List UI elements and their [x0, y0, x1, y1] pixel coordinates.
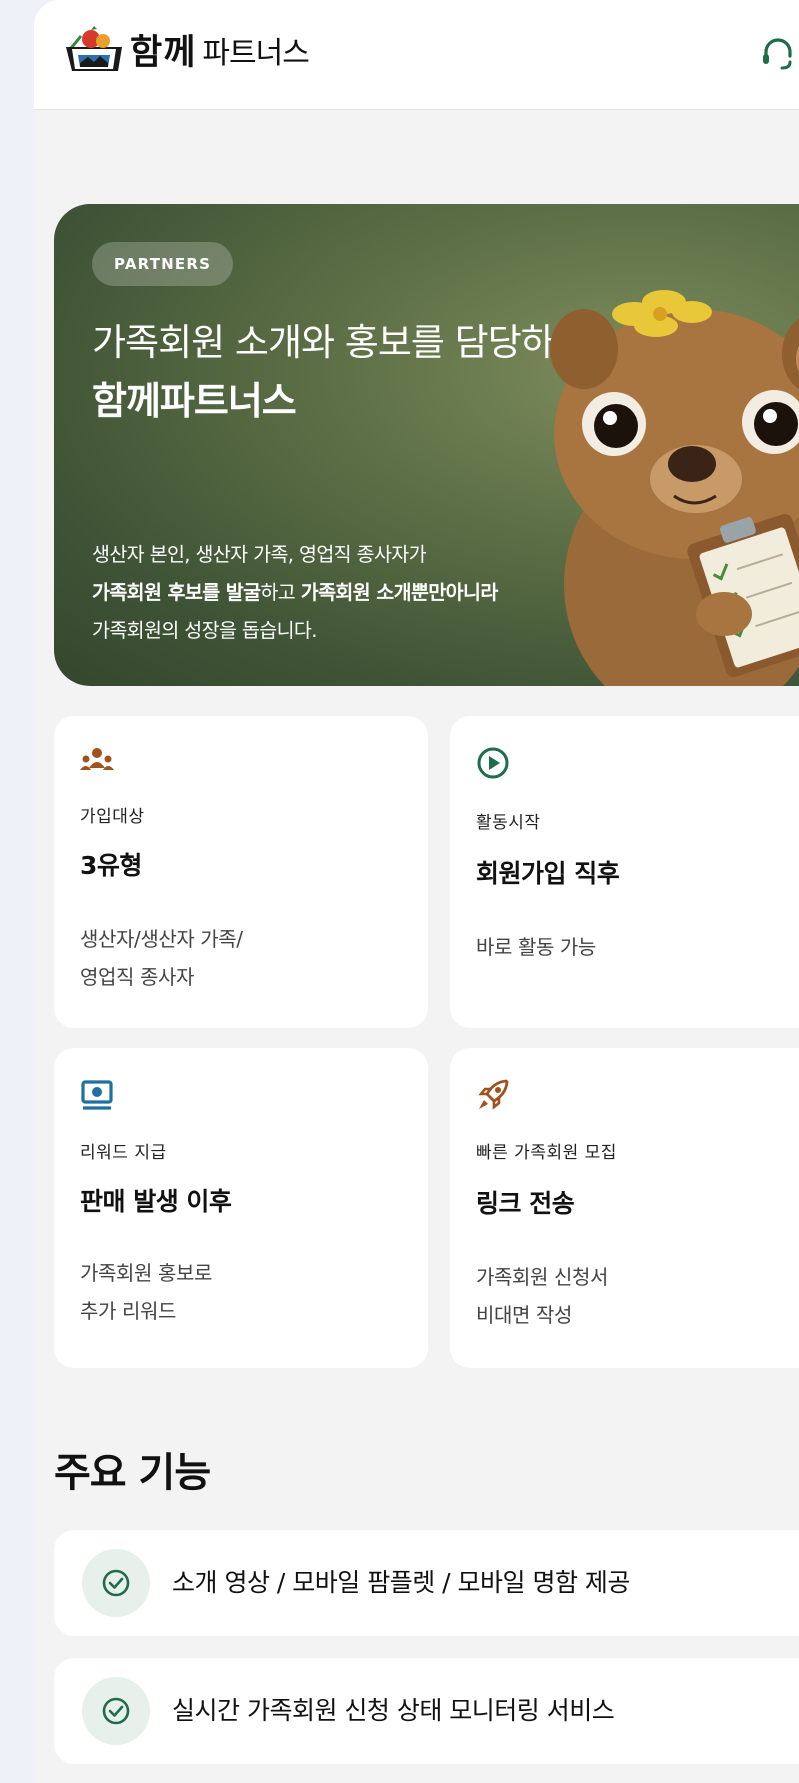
feature-item[interactable]: 소개 영상 / 모바일 팜플렛 / 모바일 명함 제공 [54, 1530, 799, 1636]
card-value: 회원가입 직후 [476, 859, 620, 888]
logo-word: 함께 [130, 33, 197, 73]
info-card-reward: 리워드 지급 판매 발생 이후 가족회원 홍보로 추가 리워드 [54, 1048, 428, 1368]
card-desc: 가족회원 신청서 비대면 작성 [476, 1258, 608, 1334]
card-value: 링크 전송 [476, 1189, 575, 1218]
card-desc-line1: 가족회원 홍보로 [80, 1261, 212, 1285]
card-label: 리워드 지급 [80, 1143, 167, 1163]
hero-description: 생산자 본인, 생산자 가족, 영업직 종사자가 가족회원 후보를 발굴하고 가… [92, 536, 498, 650]
info-card-join-target: 가입대상 3유형 생산자/생산자 가족/ 영업직 종사자 [54, 716, 428, 1028]
card-label: 활동시작 [476, 813, 541, 833]
card-desc: 바로 활동 가능 [476, 928, 596, 966]
card-value: 3유형 [80, 851, 142, 880]
hero-desc-line2: 가족회원 후보를 발굴하고 가족회원 소개뿐만아니라 [92, 574, 498, 612]
people-group-icon [80, 748, 114, 770]
rocket-icon [478, 1079, 509, 1110]
info-card-fast-recruit: 빠른 가족회원 모집 링크 전송 가족회원 신청서 비대면 작성 [450, 1048, 799, 1368]
card-desc: 가족회원 홍보로 추가 리워드 [80, 1254, 212, 1330]
feature-text: 실시간 가족회원 신청 상태 모니터링 서비스 [172, 1696, 615, 1725]
hero-desc-bold1: 가족회원 후보를 발굴 [92, 581, 261, 604]
play-circle-icon [477, 747, 509, 779]
features-section-title: 주요 기능 [54, 1450, 211, 1496]
hero-desc-line1: 생산자 본인, 생산자 가족, 영업직 종사자가 [92, 543, 427, 566]
partners-badge: PARTNERS [92, 242, 234, 286]
hero-desc-bold2: 가족회원 소개뿐만아니라 [300, 581, 499, 604]
feature-item[interactable]: 실시간 가족회원 신청 상태 모니터링 서비스 [54, 1658, 799, 1764]
feature-icon-circle [82, 1549, 150, 1617]
card-desc-line2: 비대면 작성 [476, 1303, 572, 1327]
hero-banner: PARTNERS 가족회원 소개와 홍보를 담당하는 함께파트너스 생산자 본인… [54, 204, 799, 686]
check-circle-icon [102, 1697, 130, 1725]
card-desc-line1: 바로 활동 가능 [476, 935, 596, 959]
card-desc-line2: 추가 리워드 [80, 1299, 176, 1323]
quokka-mascot-illustration [550, 290, 799, 686]
hero-title-line1: 가족회원 소개와 홍보를 담당하는 [92, 321, 588, 364]
card-value: 판매 발생 이후 [80, 1187, 232, 1216]
hero-title-line2: 함께파트너스 [92, 379, 297, 423]
card-label: 가입대상 [80, 807, 145, 827]
hero-desc-line3: 가족회원의 성장을 돕습니다. [92, 619, 317, 642]
hero-desc-mid: 하고 [260, 581, 301, 604]
money-icon [81, 1080, 113, 1110]
info-card-activity-start: 활동시작 회원가입 직후 바로 활동 가능 [450, 716, 799, 1028]
card-desc-line2: 영업직 종사자 [80, 965, 194, 989]
card-desc: 생산자/생산자 가족/ 영업직 종사자 [80, 920, 243, 996]
feature-icon-circle [82, 1677, 150, 1745]
card-desc-line1: 가족회원 신청서 [476, 1265, 608, 1289]
logo-sub: 파트너스 [202, 35, 309, 71]
header: 함께 파트너스 [34, 0, 799, 110]
card-desc-line1: 생산자/생산자 가족/ [80, 927, 243, 951]
logo[interactable]: 함께 파트너스 [64, 24, 310, 75]
logo-basket-icon [66, 25, 122, 71]
feature-text: 소개 영상 / 모바일 팜플렛 / 모바일 명함 제공 [172, 1568, 630, 1597]
card-label: 빠른 가족회원 모집 [476, 1143, 617, 1163]
app-frame: 함께 파트너스 PARTNERS 가족회원 소개와 홍보를 담당하는 함께파트너… [34, 0, 799, 1783]
check-circle-icon [102, 1569, 130, 1597]
headset-icon[interactable] [760, 36, 796, 72]
